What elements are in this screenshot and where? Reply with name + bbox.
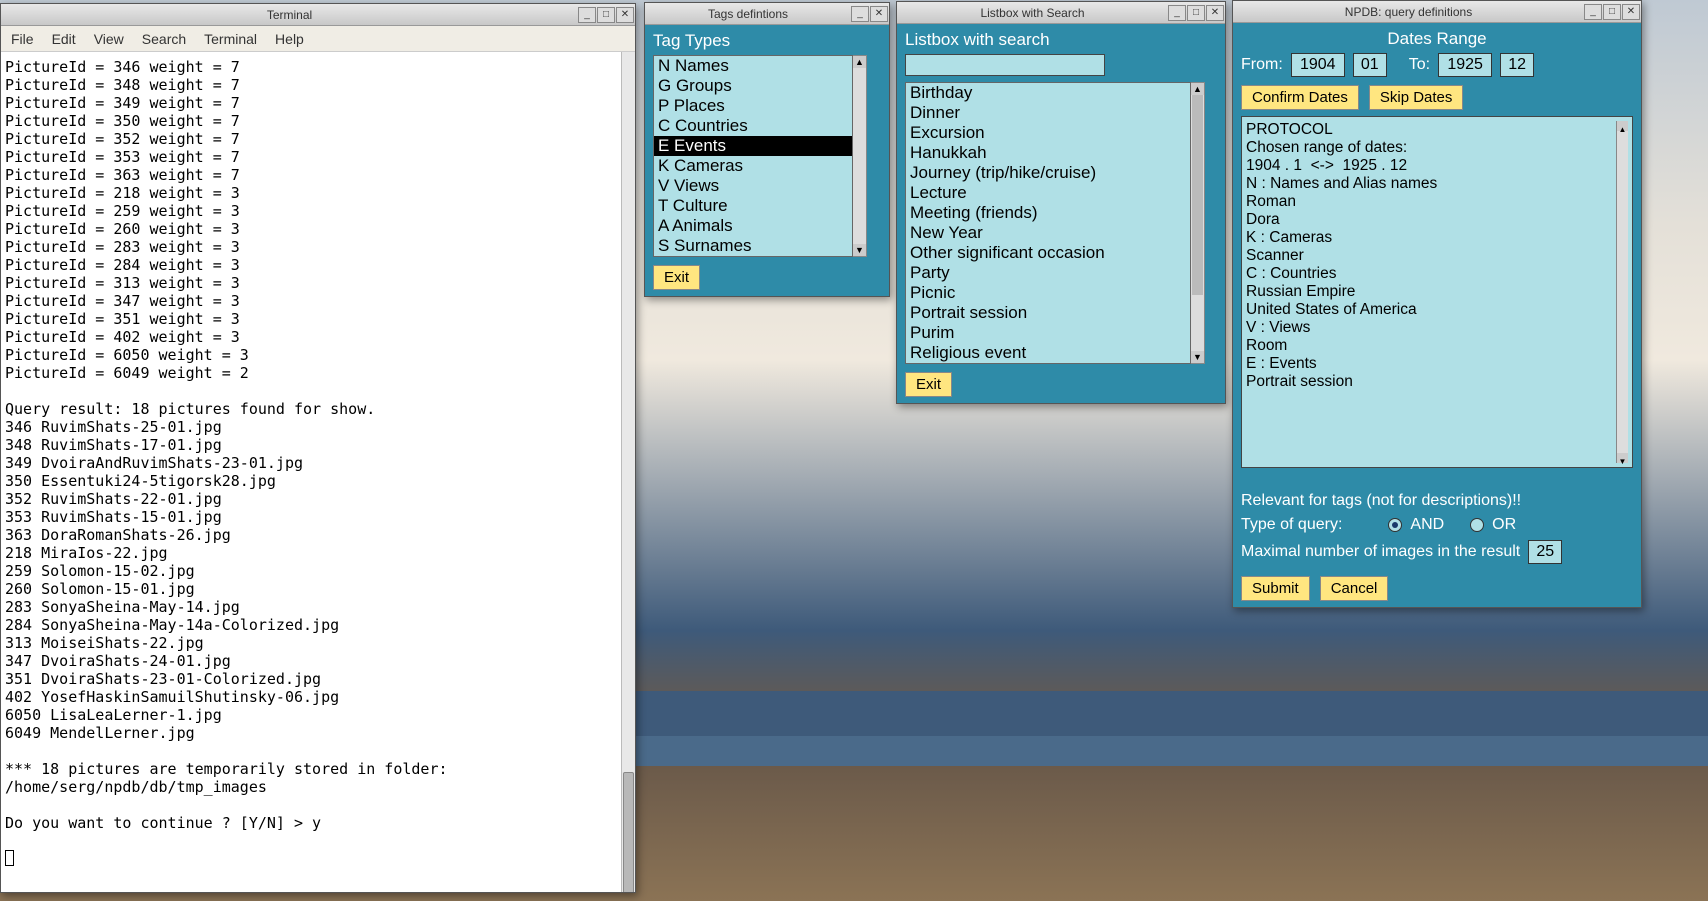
tag-type-item[interactable]: K Cameras [654, 156, 852, 176]
event-item[interactable]: Religious event [906, 343, 1190, 363]
event-item[interactable]: New Year [906, 223, 1190, 243]
search-heading: Listbox with search [905, 30, 1217, 50]
max-images-label: Maximal number of images in the result [1241, 543, 1520, 561]
search-titlebar[interactable]: Listbox with Search _ □ ✕ [897, 2, 1225, 24]
search-exit-button[interactable]: Exit [905, 372, 952, 397]
tag-types-heading: Tag Types [653, 31, 881, 51]
minimize-button[interactable]: _ [1168, 5, 1186, 21]
minimize-button[interactable]: _ [578, 7, 596, 23]
event-item[interactable]: Journey (trip/hike/cruise) [906, 163, 1190, 183]
close-button[interactable]: ✕ [870, 6, 888, 22]
events-scrollbar[interactable]: ▲ ▼ [1191, 82, 1205, 364]
event-item[interactable]: Dinner [906, 103, 1190, 123]
radio-or[interactable] [1470, 518, 1484, 532]
scroll-down-icon[interactable]: ▼ [1617, 453, 1628, 463]
tag-types-listbox[interactable]: N NamesG GroupsP PlacesC CountriesE Even… [653, 55, 853, 257]
close-button[interactable]: ✕ [616, 7, 634, 23]
event-item[interactable]: Lecture [906, 183, 1190, 203]
close-button[interactable]: ✕ [1622, 4, 1640, 20]
menu-file[interactable]: File [11, 31, 34, 47]
tags-exit-button[interactable]: Exit [653, 265, 700, 290]
tag-type-item[interactable]: G Groups [654, 76, 852, 96]
search-input[interactable] [905, 54, 1105, 76]
event-item[interactable]: Hanukkah [906, 143, 1190, 163]
minimize-button[interactable]: _ [851, 6, 869, 22]
submit-button[interactable]: Submit [1241, 576, 1310, 601]
terminal-output[interactable]: PictureId = 346 weight = 7 PictureId = 3… [1, 52, 621, 892]
menu-edit[interactable]: Edit [52, 31, 76, 47]
event-item[interactable]: Birthday [906, 83, 1190, 103]
scroll-up-icon[interactable]: ▲ [853, 56, 866, 68]
menu-search[interactable]: Search [142, 31, 186, 47]
search-window: Listbox with Search _ □ ✕ Listbox with s… [896, 1, 1226, 404]
scroll-down-icon[interactable]: ▼ [1191, 351, 1204, 363]
events-listbox[interactable]: BirthdayDinnerExcursionHanukkahJourney (… [905, 82, 1191, 364]
from-month-input[interactable] [1353, 53, 1387, 77]
event-item[interactable]: Meeting (friends) [906, 203, 1190, 223]
skip-dates-button[interactable]: Skip Dates [1369, 85, 1464, 110]
radio-and[interactable] [1388, 518, 1402, 532]
to-label: To: [1409, 56, 1430, 74]
scroll-up-icon[interactable]: ▲ [1191, 83, 1204, 95]
menu-view[interactable]: View [94, 31, 124, 47]
terminal-cursor [5, 850, 14, 866]
search-title: Listbox with Search [897, 6, 1168, 20]
event-item[interactable]: Excursion [906, 123, 1190, 143]
confirm-dates-button[interactable]: Confirm Dates [1241, 85, 1359, 110]
tag-type-item[interactable]: V Views [654, 176, 852, 196]
to-year-input[interactable] [1438, 53, 1492, 77]
tags-titlebar[interactable]: Tags defintions _ ✕ [645, 3, 889, 25]
tag-type-item[interactable]: S Surnames [654, 236, 852, 256]
protocol-scrollbar[interactable]: ▲ ▼ [1616, 121, 1628, 463]
query-type-label: Type of query: [1241, 516, 1342, 534]
tag-type-item[interactable]: A Animals [654, 216, 852, 236]
tag-type-item[interactable]: E Events [654, 136, 852, 156]
query-window: NPDB: query definitions _ □ ✕ Dates Rang… [1232, 0, 1642, 608]
query-title: NPDB: query definitions [1233, 5, 1584, 19]
and-label: AND [1410, 516, 1444, 534]
tag-type-item[interactable]: C Countries [654, 116, 852, 136]
event-item[interactable]: Picnic [906, 283, 1190, 303]
minimize-button[interactable]: _ [1584, 4, 1602, 20]
close-button[interactable]: ✕ [1206, 5, 1224, 21]
cancel-button[interactable]: Cancel [1320, 576, 1389, 601]
menu-help[interactable]: Help [275, 31, 304, 47]
maximize-button[interactable]: □ [1603, 4, 1621, 20]
to-month-input[interactable] [1500, 53, 1534, 77]
scroll-up-icon[interactable]: ▲ [1617, 121, 1628, 131]
query-titlebar[interactable]: NPDB: query definitions _ □ ✕ [1233, 1, 1641, 23]
tags-title: Tags defintions [645, 7, 851, 21]
terminal-scrollbar[interactable] [621, 52, 635, 892]
event-item[interactable]: Party [906, 263, 1190, 283]
terminal-titlebar[interactable]: Terminal _ □ ✕ [1, 4, 635, 26]
from-year-input[interactable] [1291, 53, 1345, 77]
terminal-menubar: File Edit View Search Terminal Help [1, 26, 635, 52]
event-item[interactable]: Purim [906, 323, 1190, 343]
tag-type-item[interactable]: T Culture [654, 196, 852, 216]
tag-scrollbar[interactable]: ▲ ▼ [853, 55, 867, 257]
or-label: OR [1492, 516, 1516, 534]
events-scroll-thumb[interactable] [1192, 95, 1203, 295]
from-label: From: [1241, 56, 1283, 74]
maximize-button[interactable]: □ [597, 7, 615, 23]
dates-range-heading: Dates Range [1241, 29, 1633, 49]
terminal-title: Terminal [1, 8, 578, 22]
event-item[interactable]: Other significant occasion [906, 243, 1190, 263]
menu-terminal[interactable]: Terminal [204, 31, 257, 47]
tag-type-item[interactable]: P Places [654, 96, 852, 116]
protocol-textarea[interactable]: PROTOCOL Chosen range of dates: 1904 . 1… [1241, 116, 1633, 468]
maximize-button[interactable]: □ [1187, 5, 1205, 21]
tags-window: Tags defintions _ ✕ Tag Types N NamesG G… [644, 2, 890, 297]
tag-type-item[interactable]: N Names [654, 56, 852, 76]
scroll-down-icon[interactable]: ▼ [853, 244, 866, 256]
max-images-input[interactable] [1528, 540, 1562, 564]
terminal-scroll-thumb[interactable] [623, 772, 634, 892]
event-item[interactable]: Portrait session [906, 303, 1190, 323]
relevant-note: Relevant for tags (not for descriptions)… [1241, 492, 1633, 510]
terminal-window: Terminal _ □ ✕ File Edit View Search Ter… [0, 3, 636, 893]
